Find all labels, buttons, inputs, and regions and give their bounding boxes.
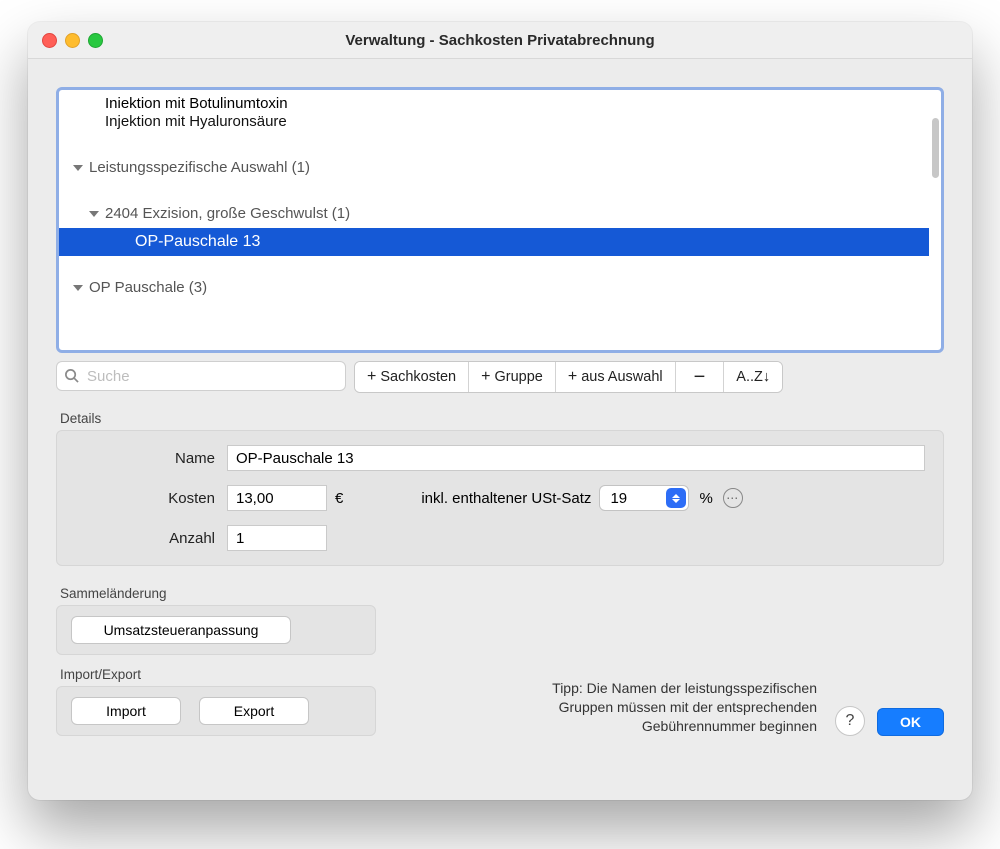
sammel-heading: Sammeländerung bbox=[60, 586, 376, 601]
button-label: Gruppe bbox=[494, 369, 542, 385]
window-controls bbox=[28, 33, 103, 48]
search-field-wrap bbox=[56, 361, 346, 393]
ust-anpassung-button[interactable]: Umsatzsteueranpassung bbox=[71, 616, 291, 644]
chevron-down-icon bbox=[73, 165, 83, 171]
tree-group[interactable]: Leistungsspezifische Auswahl (1) bbox=[59, 154, 929, 182]
question-icon: ? bbox=[846, 712, 855, 730]
list-toolbar: + Sachkosten + Gruppe + aus Auswahl − A.… bbox=[56, 361, 944, 393]
search-input[interactable] bbox=[56, 361, 346, 391]
titlebar: Verwaltung - Sachkosten Privatabrechnung bbox=[28, 22, 972, 59]
ust-select[interactable]: 19 bbox=[599, 485, 689, 511]
chevron-down-icon bbox=[89, 211, 99, 217]
list-item-label: Injektion mit Botulinumtoxin bbox=[105, 94, 288, 108]
details-panel: Name Kosten € inkl. enthaltener USt-Satz… bbox=[56, 430, 944, 566]
group-label: 2404 Exzision, große Geschwulst (1) bbox=[105, 204, 350, 224]
import-export-heading: Import/Export bbox=[60, 667, 376, 682]
list-item-label: OP-Pauschale 13 bbox=[79, 232, 917, 252]
chevron-down-icon bbox=[73, 285, 83, 291]
anzahl-input[interactable] bbox=[227, 525, 327, 551]
currency-symbol: € bbox=[335, 490, 343, 507]
content-area: Injektion mit Botulinumtoxin Injektion m… bbox=[28, 59, 972, 800]
group-label: OP Pauschale (3) bbox=[89, 278, 207, 298]
more-options-icon[interactable]: ⋯ bbox=[723, 488, 743, 508]
list-item-label: Injektion mit Hyaluronsäure bbox=[105, 113, 287, 130]
window-title: Verwaltung - Sachkosten Privatabrechnung bbox=[28, 32, 972, 49]
list-item-selected[interactable]: OP-Pauschale 13 bbox=[59, 228, 929, 256]
name-input[interactable] bbox=[227, 445, 925, 471]
details-heading: Details bbox=[60, 411, 944, 426]
sammel-panel: Umsatzsteueranpassung bbox=[56, 605, 376, 655]
search-icon bbox=[64, 368, 79, 386]
import-button[interactable]: Import bbox=[71, 697, 181, 725]
add-gruppe-button[interactable]: + Gruppe bbox=[469, 362, 556, 392]
stepper-icon bbox=[666, 488, 686, 508]
zoom-window-button[interactable] bbox=[88, 33, 103, 48]
kosten-input[interactable] bbox=[227, 485, 327, 511]
tip-text: Tipp: Die Namen der leistungsspezifische… bbox=[552, 679, 817, 736]
scrollbar-thumb[interactable] bbox=[932, 118, 939, 178]
list-item[interactable]: Injektion mit Botulinumtoxin bbox=[59, 90, 929, 108]
group-label: Leistungsspezifische Auswahl (1) bbox=[89, 158, 310, 178]
help-button[interactable]: ? bbox=[835, 706, 865, 736]
toolbar-buttons: + Sachkosten + Gruppe + aus Auswahl − A.… bbox=[354, 361, 783, 393]
ok-button[interactable]: OK bbox=[877, 708, 944, 736]
minimize-window-button[interactable] bbox=[65, 33, 80, 48]
tree-group[interactable]: 2404 Exzision, große Geschwulst (1) bbox=[59, 200, 929, 228]
ust-label: inkl. enthaltener USt-Satz bbox=[421, 490, 591, 507]
export-button[interactable]: Export bbox=[199, 697, 309, 725]
add-sachkosten-button[interactable]: + Sachkosten bbox=[355, 362, 469, 392]
percent-sign: % bbox=[699, 490, 712, 507]
close-window-button[interactable] bbox=[42, 33, 57, 48]
remove-button[interactable]: − bbox=[676, 362, 725, 392]
sort-az-button[interactable]: A..Z↓ bbox=[724, 362, 782, 392]
tree-group[interactable]: OP Pauschale (3) bbox=[59, 274, 929, 302]
anzahl-label: Anzahl bbox=[75, 530, 227, 547]
window-verwaltung: Verwaltung - Sachkosten Privatabrechnung… bbox=[28, 22, 972, 800]
ust-value: 19 bbox=[610, 490, 627, 507]
button-label: Sachkosten bbox=[380, 369, 456, 385]
add-aus-auswahl-button[interactable]: + aus Auswahl bbox=[556, 362, 676, 392]
button-label: A..Z↓ bbox=[736, 369, 770, 385]
item-listbox[interactable]: Injektion mit Botulinumtoxin Injektion m… bbox=[56, 87, 944, 353]
lower-row: Sammeländerung Umsatzsteueranpassung Imp… bbox=[56, 586, 944, 736]
name-label: Name bbox=[75, 450, 227, 467]
button-label: aus Auswahl bbox=[581, 369, 662, 385]
details-section: Details Name Kosten € inkl. enthaltener … bbox=[56, 411, 944, 566]
import-export-panel: Import Export bbox=[56, 686, 376, 736]
list-item[interactable]: Injektion mit Hyaluronsäure bbox=[59, 108, 929, 136]
kosten-label: Kosten bbox=[75, 490, 227, 507]
